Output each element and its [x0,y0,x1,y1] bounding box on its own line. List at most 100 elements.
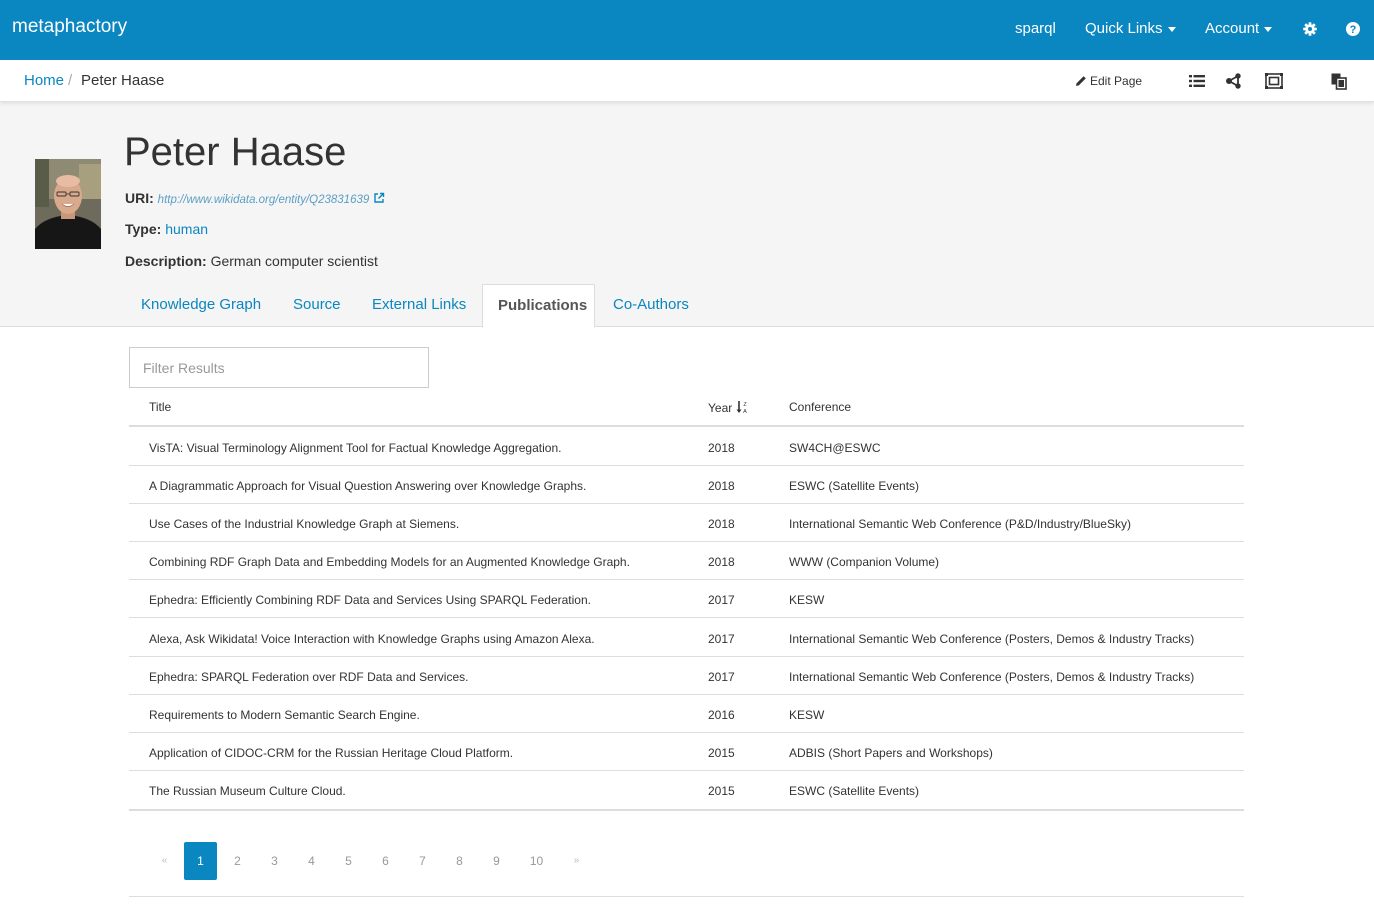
pagination-page-3[interactable]: 3 [258,842,291,880]
publication-title: Ephedra: Efficiently Combining RDF Data … [149,593,591,607]
pagination-page-6[interactable]: 6 [369,842,402,880]
table-row: VisTA: Visual Terminology Alignment Tool… [129,428,1244,466]
type-label: Type: [125,221,162,237]
tab-knowledge-graph[interactable]: Knowledge Graph [141,284,261,327]
nav-account-label: Account [1205,20,1260,37]
table-bottom-divider [129,809,1244,811]
column-header-title[interactable]: Title [149,400,171,414]
publication-title: Use Cases of the Industrial Knowledge Gr… [149,517,460,531]
chevron-down-icon [1167,26,1176,32]
table-row: Use Cases of the Industrial Knowledge Gr… [129,504,1244,542]
pencil-icon [1076,76,1086,86]
uri-row: URI: http://www.wikidata.org/entity/Q238… [125,190,385,206]
page-title: Peter Haase [124,130,347,174]
nav-account[interactable]: Account [1205,20,1273,37]
table-row: Application of CIDOC-CRM for the Russian… [129,733,1244,771]
publication-conference: ESWC (Satellite Events) [789,479,920,493]
table-row: Requirements to Modern Semantic Search E… [129,695,1244,733]
uri-link[interactable]: http://www.wikidata.org/entity/Q23831639 [158,194,370,206]
publication-title: Alexa, Ask Wikidata! Voice Interaction w… [149,632,595,646]
pagination-page-1[interactable]: 1 [184,842,217,880]
table-row: A Diagrammatic Approach for Visual Quest… [129,466,1244,504]
publication-title: VisTA: Visual Terminology Alignment Tool… [149,441,562,455]
type-link[interactable]: human [165,221,208,237]
publication-conference: ADBIS (Short Papers and Workshops) [789,746,993,760]
external-link-icon[interactable] [373,192,385,204]
list-icon[interactable] [1188,72,1206,90]
pagination-page-7[interactable]: 7 [406,842,439,880]
publication-year: 2018 [708,517,735,531]
table-header-divider [129,425,1244,427]
svg-text:Z: Z [743,402,747,408]
pagination-page-2[interactable]: 2 [221,842,254,880]
breadcrumb-separator: / [68,72,73,89]
tab-publications[interactable]: Publications [482,284,595,328]
type-row: Type: human [125,221,208,237]
publication-title: Combining RDF Graph Data and Embedding M… [149,555,630,569]
sort-alpha-icon[interactable]: Z A [736,400,748,415]
svg-text:?: ? [1350,24,1357,36]
publication-year: 2015 [708,746,735,760]
publication-title: Ephedra: SPARQL Federation over RDF Data… [149,670,469,684]
publication-year: 2016 [708,708,735,722]
publication-conference: International Semantic Web Conference (P… [789,632,1195,646]
publication-year: 2017 [708,632,735,646]
copy-icon[interactable] [1330,72,1348,90]
edit-page-button[interactable]: Edit Page [1075,74,1142,88]
brand-logo[interactable]: metaphactory [12,16,127,38]
publication-title: Application of CIDOC-CRM for the Russian… [149,746,514,760]
table-row: Combining RDF Graph Data and Embedding M… [129,542,1244,580]
tab-external-links[interactable]: External Links [372,284,466,327]
nav-quick-links-label: Quick Links [1085,20,1163,37]
publication-conference: KESW [789,708,825,722]
breadcrumb-home[interactable]: Home [24,72,64,89]
pagination-page-9[interactable]: 9 [480,842,513,880]
publication-conference: SW4CH@ESWC [789,441,881,455]
nav-quick-links[interactable]: Quick Links [1085,20,1176,37]
description-value: German computer scientist [210,253,378,269]
publication-conference: KESW [789,593,825,607]
tab-co-authors[interactable]: Co-Authors [613,284,689,327]
column-header-year-label: Year [708,401,733,415]
column-header-conference[interactable]: Conference [789,400,851,414]
chevron-down-icon [1264,26,1273,32]
description-label: Description: [125,253,207,269]
publication-year: 2017 [708,593,735,607]
svg-text:A: A [743,409,747,414]
pagination-page-8[interactable]: 8 [443,842,476,880]
share-graph-icon[interactable] [1225,72,1243,90]
frame-icon[interactable] [1265,72,1283,90]
filter-input[interactable] [129,347,429,388]
table-row: Ephedra: Efficiently Combining RDF Data … [129,580,1244,618]
entity-header: Peter Haase URI: http://www.wikidata.org… [0,102,1374,328]
pagination-next[interactable]: » [560,842,593,880]
pagination-page-4[interactable]: 4 [295,842,328,880]
description-row: Description: German computer scientist [125,253,378,269]
publication-conference: WWW (Companion Volume) [789,555,940,569]
pagination-page-5[interactable]: 5 [332,842,365,880]
uri-label: URI: [125,190,154,206]
publication-year: 2015 [708,784,735,798]
help-icon[interactable]: ? [1345,21,1361,37]
publication-conference: ESWC (Satellite Events) [789,784,920,798]
breadcrumb-current: Peter Haase [81,72,165,89]
tab-source[interactable]: Source [293,284,341,327]
publication-year: 2018 [708,441,735,455]
pagination-prev[interactable]: « [148,842,181,880]
publication-year: 2018 [708,555,735,569]
breadcrumb-bar: Home / Peter Haase Edit Page [0,60,1374,102]
publication-year: 2018 [708,479,735,493]
publication-title: Requirements to Modern Semantic Search E… [149,708,420,722]
table-row: Ephedra: SPARQL Federation over RDF Data… [129,657,1244,695]
table-row: The Russian Museum Culture Cloud. 2015 E… [129,771,1244,809]
avatar [35,159,101,249]
column-header-year[interactable]: Year Z A [708,400,748,415]
pagination-page-10[interactable]: 10 [520,842,553,880]
publication-conference: International Semantic Web Conference (P… [789,670,1195,684]
publication-title: The Russian Museum Culture Cloud. [149,784,346,798]
table-row: Alexa, Ask Wikidata! Voice Interaction w… [129,619,1244,657]
publication-title: A Diagrammatic Approach for Visual Quest… [149,479,587,493]
gear-icon[interactable] [1302,21,1318,37]
avatar-photo [35,159,101,249]
nav-sparql[interactable]: sparql [1015,20,1056,37]
